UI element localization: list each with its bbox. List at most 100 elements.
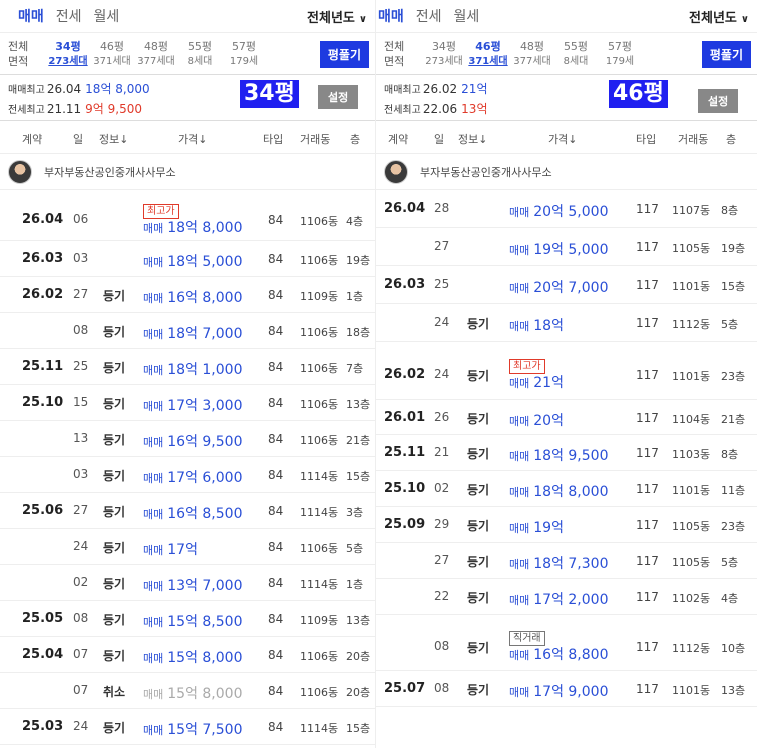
realtor-banner[interactable]: 부자부동산공인중개사사무소 (376, 154, 757, 190)
area-option-pyeong: 34평 (431, 39, 457, 53)
table-row[interactable]: 24 등기 매매 18억 117 1112동 5층 (376, 304, 757, 342)
area-option[interactable]: 34평 273세대 (422, 39, 466, 69)
area-option-units: 8세대 (187, 55, 213, 67)
floor-number: 5층 (721, 318, 739, 331)
table-row[interactable]: 24 등기 매매 17억 84 1106동 5층 (0, 529, 375, 565)
tab-deal-type-0[interactable]: 매매 (18, 6, 44, 26)
table-row[interactable]: 26.02 27 등기 매매 16억 8,000 84 1109동 1층 (0, 277, 375, 313)
floor-number: 4층 (346, 215, 364, 228)
header-price-sort[interactable]: 가격↓ (548, 131, 577, 147)
year-filter-dropdown[interactable]: 전체년도 ∨ (689, 7, 749, 26)
deal-price: 매매 18억 7,000 (143, 323, 242, 343)
floor-number: 1층 (346, 290, 364, 303)
floor-number: 21층 (346, 434, 371, 447)
area-option[interactable]: 34평 273세대 (46, 39, 90, 69)
table-row[interactable]: 25.07 08 등기 매매 17억 9,000 117 1101동 13층 (376, 671, 757, 707)
table-row[interactable]: 25.04 07 등기 매매 15억 8,000 84 1106동 20층 (0, 637, 375, 673)
area-option[interactable]: 55평 8세대 (178, 39, 222, 69)
contract-month: 26.02 (384, 367, 426, 382)
tab-deal-type-1[interactable]: 전세 (56, 6, 82, 26)
area-option[interactable]: 57평 179세 (598, 39, 642, 69)
area-option[interactable]: 46평 371세대 (90, 39, 134, 69)
floor-number: 1층 (346, 578, 364, 591)
table-row[interactable]: 02 등기 매매 13억 7,000 84 1114동 1층 (0, 565, 375, 601)
unit-area: 84 (268, 576, 284, 590)
table-row[interactable]: 26.01 26 등기 매매 20억 117 1104동 21층 (376, 400, 757, 435)
area-option-pyeong: 55평 (187, 39, 213, 53)
deal-badge: 최고가 (509, 359, 545, 374)
table-row[interactable]: 25.09 29 등기 매매 19억 117 1105동 23층 (376, 507, 757, 543)
area-option[interactable]: 48평 377세대 (510, 39, 554, 69)
table-row[interactable]: 26.02 24 등기 최고가 매매 21억 117 1101동 23층 (376, 342, 757, 400)
sale-max-date: 26.02 (422, 82, 458, 96)
expand-pyeong-button[interactable]: 평풀기 (319, 41, 369, 68)
header-type: 타입 (263, 133, 284, 146)
area-option-pyeong: 46평 (475, 39, 501, 53)
tab-deal-type-0[interactable]: 매매 (378, 6, 404, 26)
tab-deal-type-1[interactable]: 전세 (416, 6, 442, 26)
building-number: 1105동 (672, 556, 711, 569)
right-panel: 매매 전세 월세 전체년도 ∨ 전체 면적 34평 273세대 46평 371세대 48평 377세대 5… (375, 0, 757, 748)
area-option-units: 377세대 (513, 55, 551, 67)
floor-number: 15층 (346, 722, 371, 735)
deal-type-label: 매매 (143, 328, 164, 341)
settings-button[interactable]: 설정 (318, 85, 359, 109)
deal-type-label: 매매 (143, 508, 164, 521)
table-row[interactable]: 26.03 03 매매 18억 5,000 84 1106동 19층 (0, 241, 375, 277)
tab-deal-type-2[interactable]: 월세 (94, 6, 120, 26)
deal-price: 매매 16억 8,000 (143, 287, 242, 307)
table-row[interactable]: 26.04 06 최고가 매매 18억 8,000 84 1106동 4층 (0, 190, 375, 241)
unit-area: 117 (636, 640, 659, 654)
table-row[interactable]: 25.10 15 등기 매매 17억 3,000 84 1106동 13층 (0, 385, 375, 421)
table-row[interactable]: 08 등기 매매 18억 7,000 84 1106동 18층 (0, 313, 375, 349)
building-number: 1114동 (300, 722, 339, 735)
year-filter-dropdown[interactable]: 전체년도 ∨ (307, 7, 367, 26)
settings-button[interactable]: 설정 (698, 89, 739, 113)
expand-pyeong-button[interactable]: 평풀기 (701, 41, 751, 68)
area-option-pyeong: 46평 (99, 39, 125, 53)
floor-number: 23층 (721, 370, 746, 383)
deal-price: 매매 18억 9,500 (509, 445, 608, 465)
header-price-sort[interactable]: 가격↓ (178, 131, 207, 147)
tab-deal-type-2[interactable]: 월세 (454, 6, 480, 26)
table-row[interactable]: 25.11 21 등기 매매 18억 9,500 117 1103동 8층 (376, 435, 757, 471)
floor-number: 13층 (346, 614, 371, 627)
table-row[interactable]: 22 등기 매매 17억 2,000 117 1102동 4층 (376, 579, 757, 615)
floor-number: 5층 (346, 542, 364, 555)
unit-area: 117 (636, 554, 659, 568)
deal-price-value: 15억 8,500 (167, 614, 243, 630)
header-info-sort[interactable]: 정보↓ (99, 131, 128, 147)
table-row[interactable]: 13 등기 매매 16억 9,500 84 1106동 21층 (0, 421, 375, 457)
area-option[interactable]: 48평 377세대 (134, 39, 178, 69)
contract-month: 25.07 (384, 681, 426, 696)
table-row[interactable]: 25.11 25 등기 매매 18억 1,000 84 1106동 7층 (0, 349, 375, 385)
table-row[interactable]: 25.10 02 등기 매매 18억 8,000 117 1101동 11층 (376, 471, 757, 507)
unit-area: 117 (636, 368, 659, 382)
area-label: 전체 면적 (8, 39, 46, 69)
deal-price-value: 20억 7,000 (533, 280, 609, 296)
deal-price: 매매 17억 6,000 (143, 467, 242, 487)
contract-month: 26.01 (384, 410, 426, 425)
header-info-sort[interactable]: 정보↓ (458, 131, 487, 147)
deal-type-bar: 매매 전세 월세 전체년도 ∨ (376, 0, 757, 33)
realtor-banner[interactable]: 부자부동산공인중개사사무소 (0, 154, 375, 190)
deal-price-value: 16억 8,000 (167, 290, 243, 306)
area-option[interactable]: 57평 179세 (222, 39, 266, 69)
area-option[interactable]: 55평 8세대 (554, 39, 598, 69)
contract-day: 08 (434, 681, 450, 695)
contract-month: 26.03 (22, 251, 64, 266)
table-row[interactable]: 03 등기 매매 17억 6,000 84 1114동 15층 (0, 457, 375, 493)
table-row[interactable]: 27 등기 매매 18억 7,300 117 1105동 5층 (376, 543, 757, 579)
building-number: 1114동 (300, 470, 339, 483)
table-row[interactable]: 26.04 28 매매 20억 5,000 117 1107동 8층 (376, 190, 757, 228)
table-row[interactable]: 25.06 27 등기 매매 16억 8,500 84 1114동 3층 (0, 493, 375, 529)
table-row[interactable]: 25.03 24 등기 매매 15억 7,500 84 1114동 15층 (0, 709, 375, 745)
table-row[interactable]: 07 취소 매매 15억 8,000 84 1106동 20층 (0, 673, 375, 709)
table-row[interactable]: 26.03 25 매매 20억 7,000 117 1101동 15층 (376, 266, 757, 304)
deal-type-bar: 매매 전세 월세 전체년도 ∨ (0, 0, 375, 33)
table-row[interactable]: 08 등기 직거래 매매 16억 8,800 117 1112동 10층 (376, 615, 757, 671)
table-row[interactable]: 27 매매 19억 5,000 117 1105동 19층 (376, 228, 757, 266)
area-option[interactable]: 46평 371세대 (466, 39, 510, 69)
table-row[interactable]: 25.05 08 등기 매매 15억 8,500 84 1109동 13층 (0, 601, 375, 637)
deal-type-label: 매매 (509, 377, 530, 390)
